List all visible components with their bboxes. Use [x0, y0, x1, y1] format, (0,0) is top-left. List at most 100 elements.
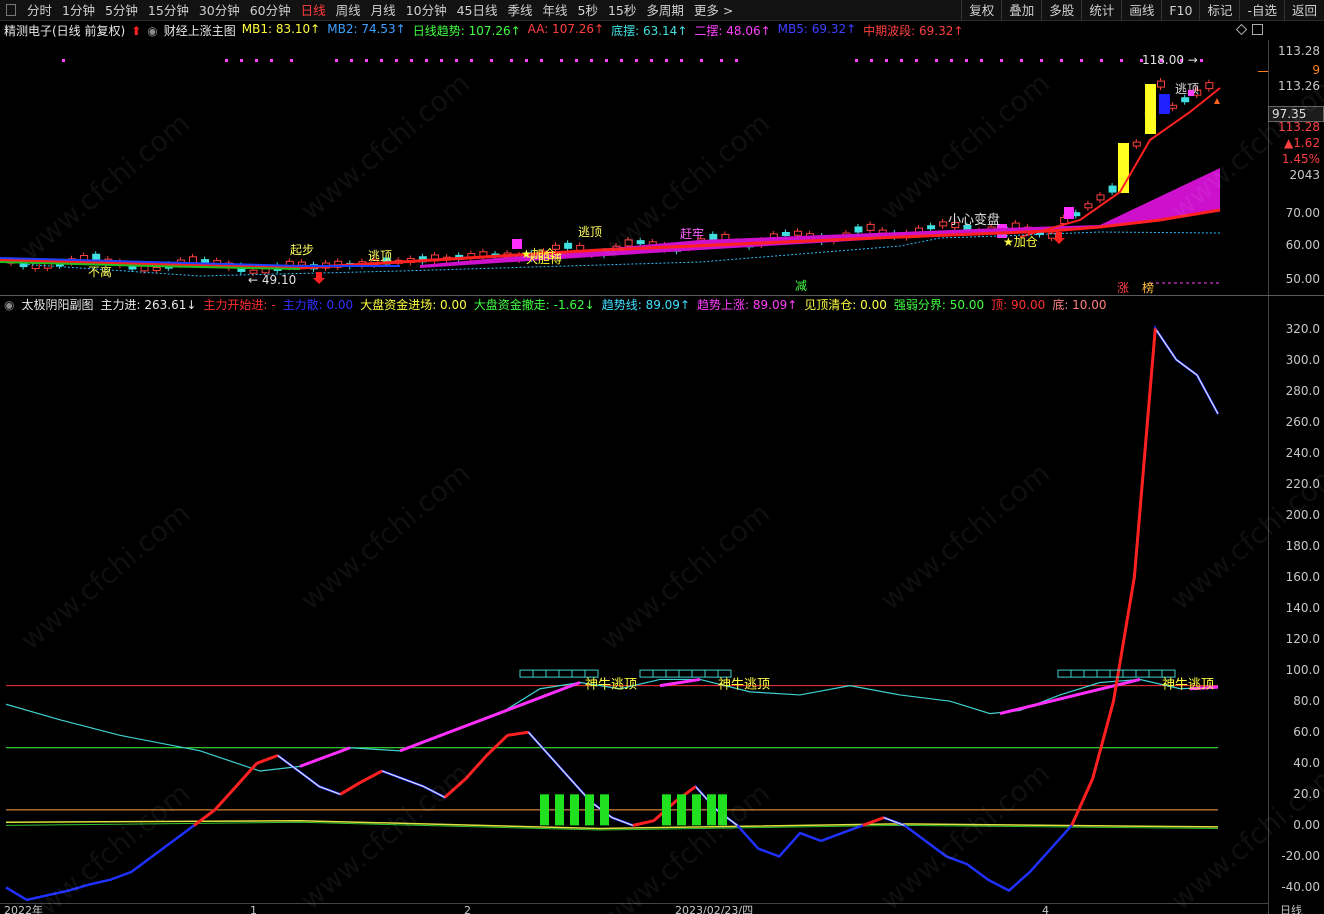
top-signal-dot	[455, 59, 458, 62]
toolbar-button-3[interactable]: 统计	[1081, 0, 1121, 21]
sub-axis-label: 60.0	[1293, 725, 1320, 740]
up-triangle-icon	[1214, 98, 1220, 104]
candle-body	[1108, 185, 1117, 193]
top-signal-dot	[680, 59, 683, 62]
signal-label: 逃顶	[368, 249, 392, 263]
toolbar-button-8[interactable]: 返回	[1283, 0, 1324, 21]
signal-label: 逃顶	[1175, 82, 1199, 96]
toolbar-button-6[interactable]: 标记	[1199, 0, 1239, 21]
main-field-0: MB1: 83.10↑	[241, 22, 321, 36]
close-panel-icon[interactable]	[1252, 24, 1263, 35]
period-tab-11[interactable]: 季线	[503, 0, 538, 21]
top-signal-dot	[1200, 59, 1203, 62]
highlight-candle	[1159, 94, 1170, 114]
sub-axis-label: 120.0	[1285, 632, 1320, 647]
period-tab-12[interactable]: 年线	[538, 0, 573, 21]
escape-box	[1057, 669, 1072, 678]
period-tab-2[interactable]: 5分钟	[100, 0, 143, 21]
sub-field-5: 趋势线: 89.09↑	[601, 298, 691, 312]
top-signal-dot	[735, 59, 738, 62]
top-signal-dot	[490, 59, 493, 62]
escape-label: 神牛逃顶	[718, 678, 770, 693]
top-signal-dot	[1120, 59, 1123, 62]
signal-label: 不离	[88, 264, 112, 279]
price-axis-label: 50.00	[1285, 272, 1320, 286]
main-indicator-name[interactable]: 财经上涨主图	[164, 22, 236, 39]
indicator-up-icon[interactable]: ⬆	[131, 24, 141, 38]
period-tab-0[interactable]: 分时	[22, 0, 57, 21]
toolbar-button-1[interactable]: 叠加	[1001, 0, 1041, 21]
period-tab-3[interactable]: 15分钟	[143, 0, 194, 21]
period-tab-16[interactable]: 更多 >	[689, 0, 738, 21]
top-signal-dot	[935, 59, 938, 62]
period-tab-14[interactable]: 15秒	[603, 0, 641, 21]
candle-body	[854, 226, 863, 233]
main-field-7: 中期波段: 69.32↑	[863, 24, 964, 38]
top-signal-dot	[270, 59, 273, 62]
top-signal-dot	[380, 59, 383, 62]
escape-box	[558, 669, 573, 678]
signal-bar	[662, 794, 671, 826]
sub-indicator-fields: 主力进: 263.61↓ 主力开始进: - 主力散: 0.00 大盘资金进场: 0.0…	[101, 296, 1114, 313]
top-signal-dot	[720, 59, 723, 62]
indicator-settings-icon[interactable]: ◉	[147, 24, 157, 38]
top-signal-dot	[410, 59, 413, 62]
period-tab-10[interactable]: 45日线	[452, 0, 503, 21]
price-axis-label: 2043	[1289, 168, 1320, 182]
top-signal-dot	[255, 59, 258, 62]
highlight-candle	[1145, 84, 1156, 134]
period-tab-9[interactable]: 10分钟	[401, 0, 452, 21]
main-field-4: 底摆: 63.14↑	[611, 24, 688, 38]
sub-axis-label: -40.00	[1281, 880, 1320, 895]
signal-bar	[692, 794, 701, 826]
signal-label: 起步	[290, 243, 314, 257]
period-tab-8[interactable]: 月线	[366, 0, 401, 21]
candle-body	[152, 266, 161, 271]
main-candle-chart[interactable]: 118.00 →← 49.10逃顶逃顶逃顶★加仓★加仓小心变盘不离起步赶牢大胆博…	[0, 40, 1268, 296]
top-signal-dot	[1000, 59, 1003, 62]
period-tab-4[interactable]: 30分钟	[194, 0, 245, 21]
sub-field-8: 强弱分界: 50.00	[893, 298, 985, 312]
escape-box	[691, 669, 706, 678]
top-signal-dot	[855, 59, 858, 62]
escape-label: 神牛逃顶	[1162, 678, 1214, 693]
top-signal-dot	[1060, 59, 1063, 62]
toolbar-button-5[interactable]: F10	[1161, 0, 1199, 21]
main-field-1: MB2: 74.53↑	[327, 22, 406, 36]
signal-bar	[570, 794, 579, 826]
diamond-icon[interactable]	[1236, 24, 1247, 35]
period-tab-7[interactable]: 周线	[331, 0, 366, 21]
window-menu-icon[interactable]	[6, 4, 16, 16]
sub-field-2: 主力散: 0.00	[282, 298, 354, 312]
sub-axis-label: 160.0	[1285, 569, 1320, 584]
top-signal-dot	[950, 59, 953, 62]
top-signal-dot	[1100, 59, 1103, 62]
period-tab-6[interactable]: 日线	[296, 0, 331, 21]
top-signal-dot	[1020, 59, 1023, 62]
period-tab-15[interactable]: 多周期	[641, 0, 689, 21]
escape-box	[639, 669, 654, 678]
period-tab-1[interactable]: 1分钟	[57, 0, 100, 21]
escape-box	[571, 669, 586, 678]
sub-field-1: 主力开始进: -	[203, 298, 276, 312]
sub-indicator-name[interactable]: 太极阴阳副图	[21, 296, 93, 313]
top-signal-dot	[1040, 59, 1043, 62]
candle-body	[709, 233, 718, 240]
top-signal-dot	[605, 59, 608, 62]
toolbar-button-4[interactable]: 画线	[1121, 0, 1161, 21]
escape-box	[1096, 669, 1111, 678]
toolbar-button-2[interactable]: 多股	[1041, 0, 1081, 21]
toolbar-button-7[interactable]: -自选	[1239, 0, 1284, 21]
escape-box	[584, 669, 599, 678]
sub-axis-label: 100.0	[1285, 663, 1320, 678]
toolbar-button-0[interactable]: 复权	[961, 0, 1001, 21]
top-signal-dot	[440, 59, 443, 62]
period-tab-13[interactable]: 5秒	[573, 0, 603, 21]
escape-box	[665, 669, 680, 678]
sub-chart-header: ◉ 太极阴阳副图 主力进: 263.61↓ 主力开始进: - 主力散: 0.00 大盘…	[0, 296, 1268, 313]
period-tabs: 分时 1分钟 5分钟 15分钟 30分钟 60分钟 日线 周线 月线 10分钟 45日线 季线 年线 5秒…	[22, 0, 738, 21]
period-tab-5[interactable]: 60分钟	[245, 0, 296, 21]
candle-body	[866, 223, 875, 231]
sub-indicator-settings-icon[interactable]: ◉	[4, 298, 14, 312]
candle-body	[1084, 203, 1093, 209]
